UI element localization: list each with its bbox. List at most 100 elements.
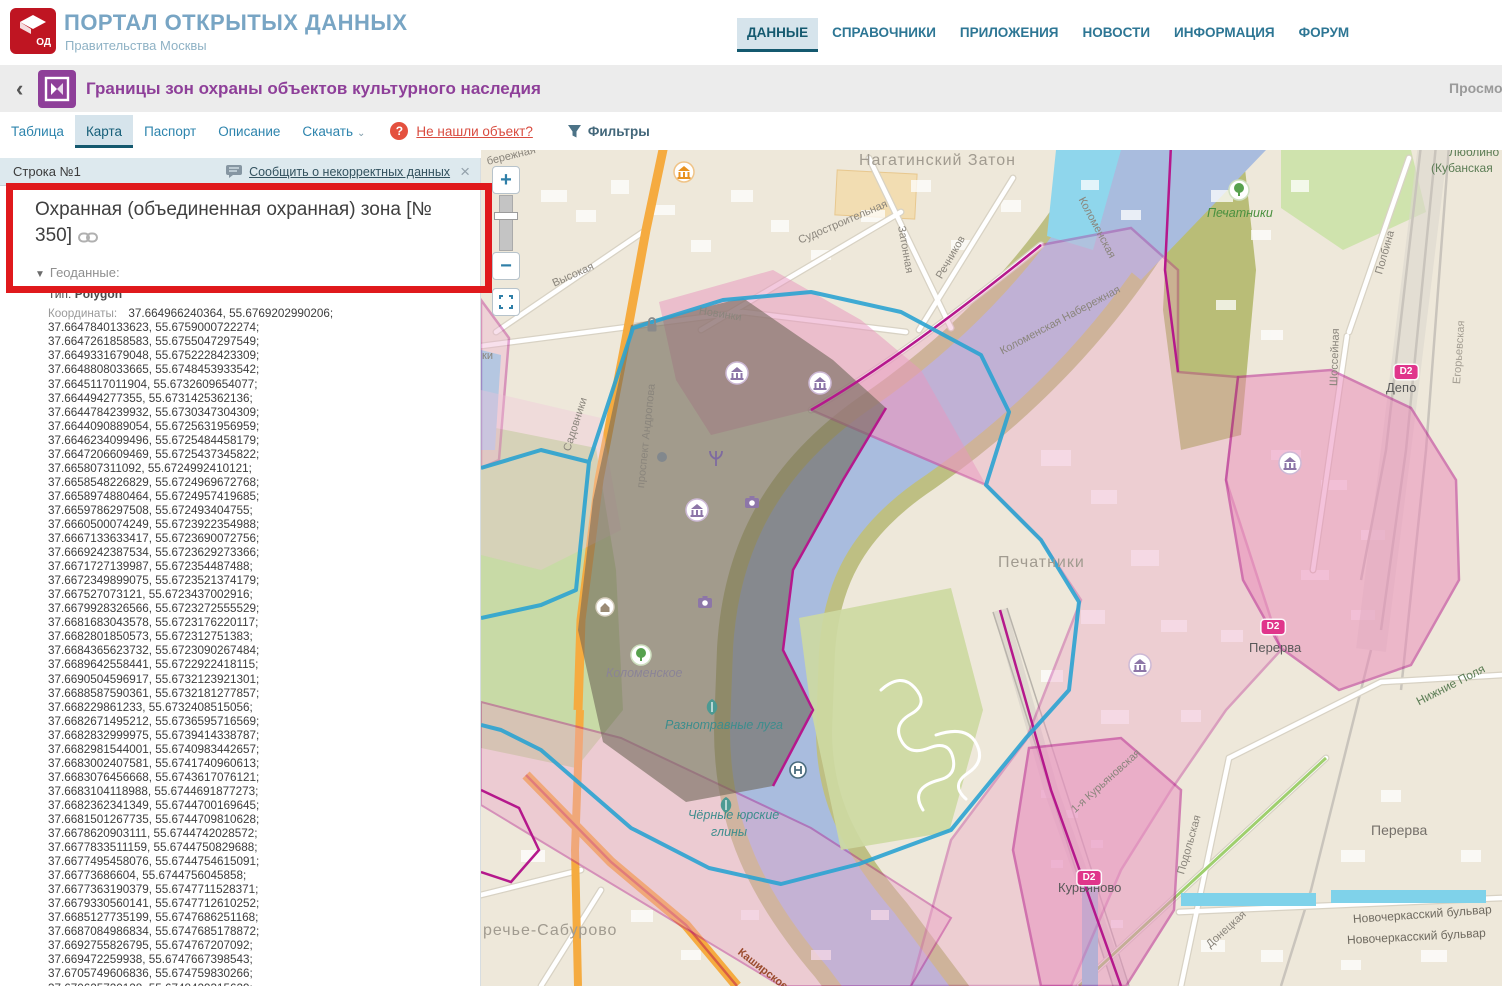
house-icon [596,598,614,616]
map-zoom-controls: + − [492,166,520,316]
museum-icon [686,499,708,521]
page: ОД ПОРТАЛ ОТКРЫТЫХ ДАННЫХ Правительства … [0,0,1502,986]
zone-title: Охранная (объединенная охранная) зона [№… [35,197,455,250]
coordinate-line: 37.6677833511159, 55.6744750829688; [48,841,480,855]
coordinate-line: 37.664494277355, 55.6731425362136; [48,392,480,406]
nav-item-forum[interactable]: ФОРУМ [1289,18,1360,49]
link-icon[interactable] [78,225,98,251]
tree-icon [1229,180,1249,200]
report-bubble-icon [225,164,243,179]
nav-item-dannye[interactable]: ДАННЫЕ [737,18,818,49]
logo-cube-icon: ОД [10,8,56,54]
dataset-icon [38,70,76,108]
map-canvas[interactable]: бережнаяНагатинский ЗатонЛюблино(Кубанск… [481,150,1502,986]
coordinate-line: 37.6681683043578, 55.6723176220117; [48,616,480,630]
nav-item-informaciya[interactable]: ИНФОРМАЦИЯ [1164,18,1285,49]
tab-pasport[interactable]: Паспорт [133,115,207,148]
chevron-down-icon: ⌄ [357,128,365,139]
coordinate-line: 37.6669242387534, 55.6723629273366; [48,546,480,560]
coordinate-line: 37.6685127735199, 55.6747686251168; [48,911,480,925]
coordinate-line: 37.6682362341349, 55.6744700169645; [48,799,480,813]
coordinate-line: 37.668229861233, 55.6732408515056; [48,701,480,715]
coordinates-list: Координаты: 37.664966240364, 55.67692029… [48,307,480,986]
coordinate-line: 37.6688587590361, 55.6732181277857; [48,687,480,701]
coordinate-line: 37.6672349899075, 55.6723521374179; [48,574,480,588]
logo-abbr: ОД [36,37,51,48]
coordinate-line: 37.6678620903111, 55.6744742028572; [48,827,480,841]
tree-icon [631,645,651,665]
coordinate-line: 37.6679928326566, 55.6723272555529; [48,602,480,616]
back-button[interactable]: ‹ [16,76,23,102]
coordinate-line: 37.6658974880464, 55.6724957419685; [48,490,480,504]
zoom-slider[interactable] [499,195,513,251]
coordinate-line: 37.6681501267735, 55.6744709810628; [48,813,480,827]
views-label: Просмотре [1449,80,1502,96]
coordinate-line: Координаты: 37.664966240364, 55.67692029… [48,307,480,321]
portal-subtitle: Правительства Москвы [65,38,207,53]
coordinate-line: 37.6647261858583, 55.6755047297549; [48,335,480,349]
coordinate-line: 37.667527073121, 55.6723437002916; [48,588,480,602]
coordinate-line: 37.6645117011904, 55.6732609654077; [48,378,480,392]
site-header: ОД ПОРТАЛ ОТКРЫТЫХ ДАННЫХ Правительства … [0,0,1502,65]
coordinate-line: 37.6649331679048, 55.6752228423309; [48,349,480,363]
coordinate-line: 37.6671727139987, 55.672354487488; [48,560,480,574]
coordinate-line: 37.6679330560141, 55.6747712610252; [48,897,480,911]
coordinate-line: 37.6682832999975, 55.6739414338787; [48,729,480,743]
coordinate-line: 37.6690504596917, 55.6732123921301; [48,673,480,687]
museum-icon [1129,654,1151,676]
zoom-slider-handle[interactable] [494,212,518,220]
fullscreen-icon [499,295,513,309]
coordinate-line: 37.670625720128, 55.6748429315629; [48,982,480,986]
tab-karta[interactable]: Карта [75,115,133,148]
coordinate-line: 37.6682981544001, 55.6740983442657; [48,743,480,757]
coordinate-line: 37.6705749606836, 55.674759830266; [48,967,480,981]
coordinate-line: 37.6647206609469, 55.6725437345822; [48,448,480,462]
coordinate-line: 37.6644090889054, 55.6725631956959; [48,420,480,434]
tab-tablica[interactable]: Таблица [0,115,75,148]
map-base [481,150,1502,986]
coordinate-line: 37.6659786297508, 55.672493404755; [48,504,480,518]
coordinate-line: 37.6683076456668, 55.6743617076121; [48,771,480,785]
help-icon[interactable]: ? [390,122,408,140]
geodata-toggle[interactable]: ▼Геоданные: [35,265,480,280]
nav-item-novosti[interactable]: НОВОСТИ [1073,18,1161,49]
tab-row: Таблица Карта Паспорт Описание Скачать⌄ … [0,112,1502,150]
nav-item-prilozheniya[interactable]: ПРИЛОЖЕНИЯ [950,18,1069,49]
close-icon[interactable]: × [460,163,470,180]
triangle-down-icon: ▼ [35,269,45,280]
coordinate-line: 37.6648808033665, 55.6748453933542; [48,363,480,377]
museum-icon [809,372,831,394]
museum-plain-icon [674,162,694,182]
museum-icon [726,362,748,384]
portal-title: ПОРТАЛ ОТКРЫТЫХ ДАННЫХ [64,10,408,36]
coordinate-line: 37.6667133633417, 55.6723690072756; [48,532,480,546]
coordinate-line: 37.6684365623732, 55.6723090267484; [48,644,480,658]
coordinate-line: 37.6660500074249, 55.6723922354988; [48,518,480,532]
coordinate-line: 37.6646234099496, 55.6725484458179; [48,434,480,448]
row-label: Строка №1 [13,164,81,179]
coordinate-line: 37.6677363190379, 55.6747711528371; [48,883,480,897]
coordinate-line: 37.6677495458076, 55.6744754615091; [48,855,480,869]
portal-logo[interactable]: ОД [10,8,58,58]
breadcrumb-bar: ‹ Границы зон охраны объектов культурног… [0,65,1502,112]
coordinate-line: 37.6658548226829, 55.6724969672768; [48,476,480,490]
coordinate-line: 37.6687084986834, 55.6747685178872; [48,925,480,939]
coordinate-line: 37.6644784239932, 55.6730347304309; [48,406,480,420]
feature-panel-header: Строка №1 Сообщить о некорректных данных… [0,158,480,186]
zoom-in-button[interactable]: + [492,166,520,194]
tab-opisanie[interactable]: Описание [207,115,291,148]
coordinate-line: 37.669472259938, 55.6747667398543; [48,953,480,967]
coordinate-line: 37.6683002407581, 55.6741740960613; [48,757,480,771]
download-button[interactable]: Скачать⌄ [291,115,376,148]
fullscreen-button[interactable] [492,288,520,316]
zoom-out-button[interactable]: − [492,252,520,280]
coordinate-line: 37.6692755826795, 55.674767207092; [48,939,480,953]
funnel-icon [567,124,582,139]
nav-item-spravochniki[interactable]: СПРАВОЧНИКИ [822,18,946,49]
report-incorrect-data-link[interactable]: Сообщить о некорректных данных [249,165,450,179]
filters-button[interactable]: Фильтры [567,124,650,139]
coordinate-line: 37.66773686604, 55.6744756045858; [48,869,480,883]
not-found-link[interactable]: Не нашли объект? [416,124,532,139]
main-nav: ДАННЫЕ СПРАВОЧНИКИ ПРИЛОЖЕНИЯ НОВОСТИ ИН… [737,18,1363,49]
coordinate-line: 37.6682801850573, 55.672312751383; [48,630,480,644]
